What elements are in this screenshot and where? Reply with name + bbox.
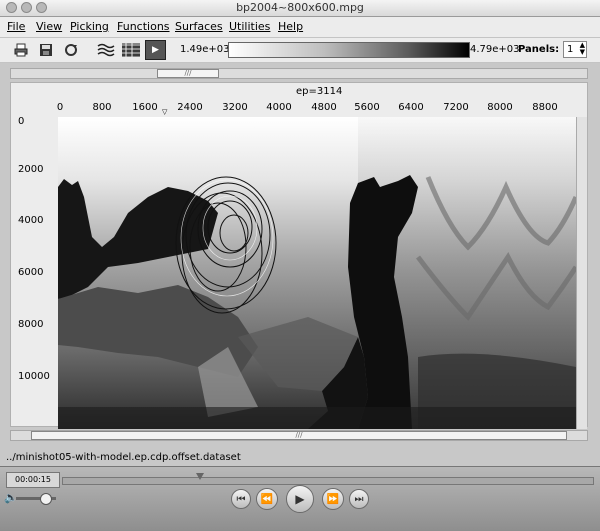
x-tick-label: 2400 [177,102,203,113]
density-icon[interactable] [121,41,141,59]
skip-end-button[interactable]: ⏭ [349,489,369,509]
plot-title: ep=3114 [296,86,343,97]
save-icon[interactable] [37,41,55,59]
dataset-status: ../minishot05-with-model.ep.cdp.offset.d… [6,452,241,463]
colorbar [228,42,470,58]
horizontal-scrollbar-bottom[interactable]: /// [10,430,588,441]
minimize-window-icon[interactable] [21,2,32,13]
wiggle-icon[interactable] [96,41,116,59]
refresh-icon[interactable] [62,41,80,59]
close-window-icon[interactable] [6,2,17,13]
menu-utilities[interactable]: Utilities [229,20,270,33]
scrollbar-thumb[interactable]: /// [31,431,567,440]
x-tick-label: 1600 [132,102,158,113]
y-tick-label: 4000 [18,215,44,226]
panels-label: Panels: [518,44,560,55]
play-button[interactable]: ▶ [286,485,314,513]
spin-arrows-icon[interactable]: ▲ ▼ [580,42,585,56]
volume-knob[interactable] [40,493,52,505]
scrollbar-thumb[interactable]: /// [157,69,219,78]
velocity-model-image[interactable] [58,117,576,429]
y-tick-label: 0 [18,116,25,127]
x-tick-label: 4000 [266,102,292,113]
menu-picking[interactable]: Picking [70,20,109,33]
y-tick-label: 10000 [18,371,50,382]
menu-bar: File View Picking Functions Surfaces Uti… [0,17,600,38]
toolbar: ▶ 1.49e+03 4.79e+03 Panels: 1 ▲ ▼ [0,38,600,63]
print-icon[interactable] [12,41,30,59]
panels-value: 1 [567,44,574,55]
rewind-button[interactable]: ⏪ [256,488,278,510]
y-tick-label: 6000 [18,267,44,278]
fast-forward-button[interactable]: ⏩ [322,488,344,510]
window-title-bar: bp2004~800x600.mpg [0,0,600,17]
x-tick-label: 7200 [443,102,469,113]
x-tick-label: 4800 [311,102,337,113]
x-tick-label: 0 [56,102,64,113]
horizontal-scrollbar-top[interactable]: /// [10,68,588,79]
colorbar-min-label: 1.49e+03 [180,44,230,55]
window-title: bp2004~800x600.mpg [236,1,364,14]
x-tick-label: 8800 [532,102,558,113]
skip-start-button[interactable]: ⏮ [231,489,251,509]
menu-view[interactable]: View [36,20,62,33]
x-tick-label: 5600 [354,102,380,113]
colorbar-max-label: 4.79e+03 [470,44,520,55]
vertical-scrollbar[interactable] [576,117,587,429]
movie-progress-bar[interactable] [62,477,594,485]
menu-help[interactable]: Help [278,20,303,33]
x-tick-label: 6400 [398,102,424,113]
movie-player-controller: 00:00:15 🔈 ⏮ ⏪ ▶ ⏩ ⏭ [0,466,600,531]
time-display: 00:00:15 [6,472,60,488]
panels-spinbox[interactable]: 1 ▲ ▼ [563,41,587,58]
menu-surfaces[interactable]: Surfaces [175,20,223,33]
y-tick-label: 8000 [18,319,44,330]
x-tick-label: 8000 [487,102,513,113]
playhead-marker-icon[interactable] [196,473,204,480]
zoom-window-icon[interactable] [36,2,47,13]
x-tick-label: 800 [92,102,112,113]
movie-play-toggle-button[interactable]: ▶ [145,40,166,60]
menu-file[interactable]: File [7,20,25,33]
x-tick-label: 3200 [222,102,248,113]
cursor-marker-icon: ▽ [162,108,168,116]
menu-functions[interactable]: Functions [117,20,170,33]
y-tick-label: 2000 [18,164,44,175]
